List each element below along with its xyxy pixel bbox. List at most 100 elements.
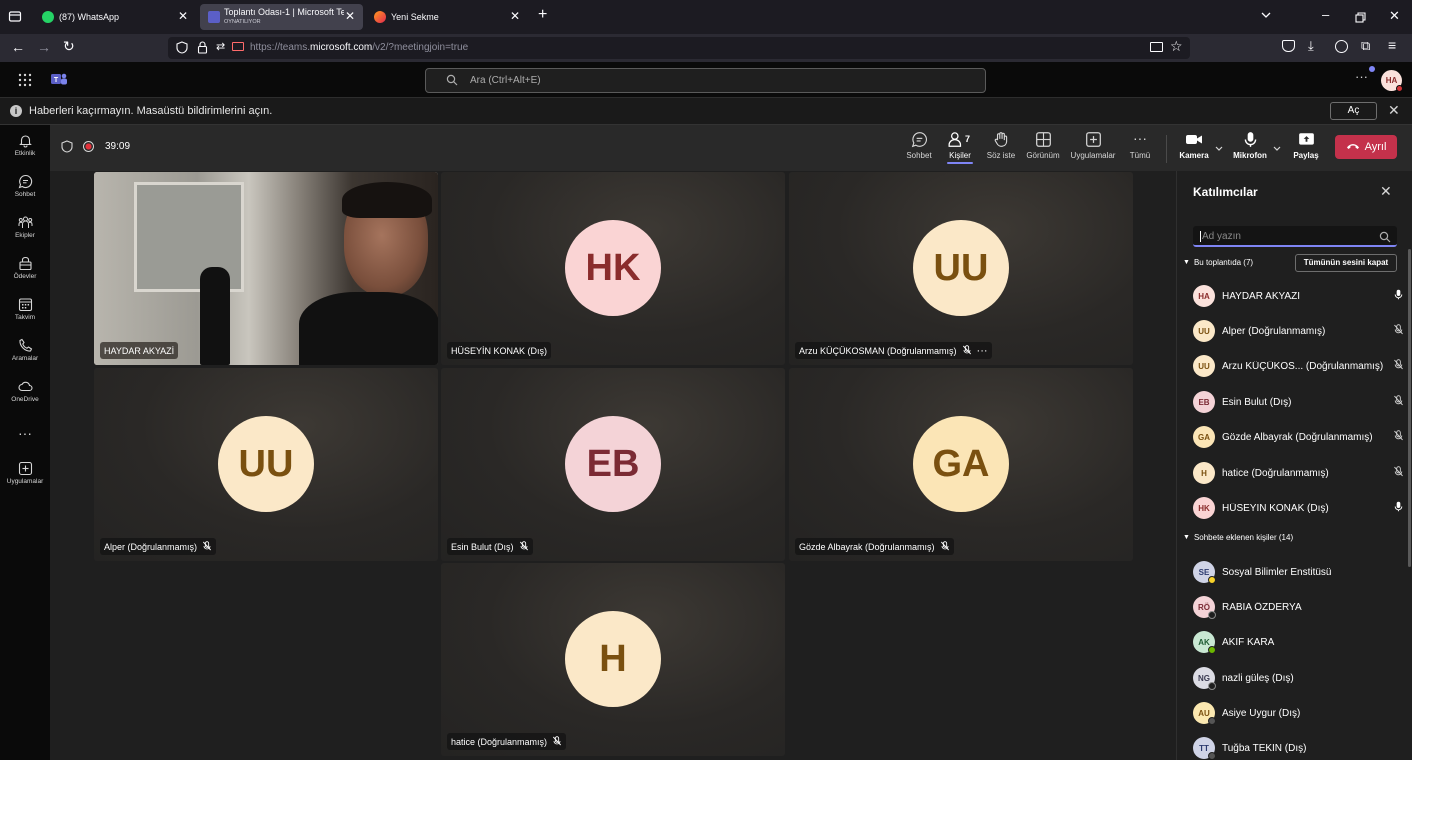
mic-muted-icon	[1391, 359, 1405, 373]
minimize-icon[interactable]: –	[1322, 7, 1329, 22]
list-item[interactable]: RÖ RABİA ÖZDERYA	[1193, 594, 1405, 620]
rail-item-assignments[interactable]: Ödevler	[0, 256, 50, 280]
rail-more-button[interactable]: ···	[0, 425, 50, 441]
rail-item-activity[interactable]: Etkinlik	[0, 133, 50, 157]
participant-name: Esin Bulut (Dış)	[451, 541, 514, 552]
participant-tile[interactable]: UU Arzu KÜÇÜKOSMAN (Doğrulanmamış) ···	[789, 172, 1133, 365]
section-in-meeting-header[interactable]: ▼ Bu toplantıda (7)	[1183, 258, 1253, 267]
tab-whatsapp[interactable]: (87) WhatsApp ✕	[34, 4, 196, 30]
camera-permission-icon[interactable]	[232, 42, 244, 51]
list-item[interactable]: UU Alper (Doğrulanmamış)	[1193, 318, 1405, 344]
menu-icon[interactable]: ≡	[1388, 37, 1396, 53]
list-item[interactable]: AK AKİF KARA	[1193, 629, 1405, 655]
tab-new[interactable]: Yeni Sekme ✕	[366, 4, 528, 30]
more-options-icon[interactable]: ···	[1355, 69, 1368, 84]
rail-item-calendar[interactable]: Takvim	[0, 297, 50, 321]
extensions-icon[interactable]: ⧉	[1361, 38, 1370, 54]
apps-button[interactable]: Uygulamalar	[1068, 131, 1118, 160]
avatar: GA	[1193, 426, 1215, 448]
avatar-initials: UU	[933, 246, 989, 289]
shield-icon[interactable]	[176, 41, 188, 57]
picture-in-picture-icon[interactable]	[1150, 42, 1163, 52]
search-input[interactable]: Ara (Ctrl+Alt+E)	[425, 68, 986, 93]
rail-item-calls[interactable]: Aramalar	[0, 338, 50, 362]
list-item[interactable]: EB Esin Bulut (Dış)	[1193, 389, 1405, 415]
url-bar[interactable]: ⇄ https://teams.microsoft.com/v2/?meetin…	[168, 37, 1190, 59]
people-button[interactable]: 7 Kişiler	[944, 131, 976, 164]
participants-panel: Katılımcılar ✕ Ad yazın ▼ Bu toplantıda …	[1176, 171, 1412, 760]
window-close-icon[interactable]: ✕	[1389, 8, 1400, 24]
mic-options-chevron-icon[interactable]	[1272, 141, 1282, 159]
enable-notifications-button[interactable]: Aç	[1330, 102, 1377, 120]
pocket-icon[interactable]	[1282, 40, 1295, 52]
rail-item-onedrive[interactable]: OneDrive	[0, 379, 50, 403]
rail-item-apps[interactable]: Uygulamalar	[0, 461, 50, 485]
list-item[interactable]: NG nazli güleş (Dış)	[1193, 665, 1405, 691]
forward-icon[interactable]: →	[37, 39, 51, 55]
chat-button[interactable]: Sohbet	[903, 131, 935, 160]
participant-tile[interactable]: EB Esin Bulut (Dış)	[441, 368, 785, 561]
camera-button[interactable]: Kamera	[1178, 131, 1210, 160]
more-actions-button[interactable]: ··· Tümü	[1125, 131, 1155, 160]
camera-label: Kamera	[1179, 151, 1209, 160]
participant-tile[interactable]: H hatice (Doğrulanmamış)	[441, 563, 785, 756]
close-icon[interactable]: ✕	[178, 9, 188, 23]
app-launcher-icon[interactable]	[18, 73, 32, 92]
chevron-down-icon[interactable]	[1259, 8, 1273, 27]
mute-all-label: Tümünün sesini kapat	[1303, 258, 1389, 267]
close-icon[interactable]: ✕	[1388, 102, 1400, 119]
leave-button[interactable]: Ayrıl	[1335, 135, 1397, 159]
new-tab-icon[interactable]: +	[538, 6, 547, 24]
more-icon[interactable]: ···	[977, 345, 988, 357]
raise-hand-button[interactable]: Söz iste	[985, 131, 1017, 160]
tab-teams[interactable]: Toplantı Odası-1 | Microsoft Tea OYNATIL…	[200, 4, 363, 30]
view-button[interactable]: Görünüm	[1026, 131, 1060, 160]
list-item[interactable]: TT Tuğba TEKİN (Dış)	[1193, 735, 1405, 760]
list-item[interactable]: HA HAYDAR AKYAZİ	[1193, 283, 1405, 309]
close-icon[interactable]: ✕	[1380, 183, 1392, 200]
layout-grid-icon	[1026, 131, 1060, 148]
scrollbar[interactable]	[1408, 249, 1411, 567]
close-icon[interactable]: ✕	[510, 9, 520, 23]
permissions-icon[interactable]: ⇄	[216, 40, 225, 53]
rail-item-chat[interactable]: Sohbet	[0, 174, 50, 198]
participant-search-input[interactable]: Ad yazın	[1193, 226, 1397, 247]
participant-name: nazli güleş (Dış)	[1222, 672, 1294, 684]
account-icon[interactable]	[1335, 40, 1348, 53]
list-item[interactable]: AU Asiye Uygur (Dış)	[1193, 700, 1405, 726]
rail-item-teams[interactable]: Ekipler	[0, 215, 50, 239]
url-prefix: https://teams.	[250, 42, 311, 53]
avatar-initials: EB	[586, 442, 640, 485]
microphone-button[interactable]: Mikrofon	[1230, 131, 1270, 160]
participant-tile[interactable]: GA Gözde Albayrak (Doğrulanmamış)	[789, 368, 1133, 561]
list-item[interactable]: HK HÜSEYİN KONAK (Dış)	[1193, 495, 1405, 521]
browser-nav-bar: ← → ↻ ⇄ https://teams.microsoft.com/v2/?…	[0, 34, 1412, 62]
mic-muted-icon	[202, 540, 212, 553]
camera-options-chevron-icon[interactable]	[1214, 141, 1224, 159]
section-in-chat-header[interactable]: ▼ Sohbete eklenen kişiler (14)	[1183, 533, 1293, 542]
lock-icon[interactable]	[197, 41, 208, 57]
security-shield-icon[interactable]	[61, 140, 73, 158]
list-item[interactable]: H hatice (Doğrulanmamış)	[1193, 460, 1405, 486]
participant-tile[interactable]: HK HÜSEYİN KONAK (Dış)	[441, 172, 785, 365]
restore-icon[interactable]	[1355, 10, 1366, 28]
avatar: UU	[218, 416, 314, 512]
participant-tile[interactable]: HAYDAR AKYAZİ	[94, 172, 438, 365]
avatar-initials: H	[599, 637, 627, 680]
more-icon: ···	[18, 425, 32, 441]
list-item[interactable]: UU Arzu KÜÇÜKOS... (Doğrulanmamış)	[1193, 353, 1405, 379]
back-icon[interactable]: ←	[11, 39, 25, 55]
reload-icon[interactable]: ↻	[63, 38, 75, 55]
url-text[interactable]: https://teams.microsoft.com/v2/?meetingj…	[250, 42, 468, 53]
participant-tile[interactable]: UU Alper (Doğrulanmamış)	[94, 368, 438, 561]
download-icon[interactable]: ⤓	[1308, 38, 1314, 54]
list-item[interactable]: SE Sosyal Bilimler Enstitüsü	[1193, 559, 1405, 585]
list-item[interactable]: GA Gözde Albayrak (Doğrulanmamış)	[1193, 424, 1405, 450]
tab-list-icon[interactable]	[8, 9, 22, 23]
close-icon[interactable]: ✕	[345, 9, 355, 23]
microphone-icon	[1230, 131, 1270, 148]
share-button[interactable]: Paylaş	[1291, 131, 1321, 160]
mute-all-button[interactable]: Tümünün sesini kapat	[1295, 254, 1397, 272]
avatar[interactable]: HA	[1381, 70, 1403, 92]
bookmark-star-icon[interactable]: ☆	[1170, 38, 1183, 55]
